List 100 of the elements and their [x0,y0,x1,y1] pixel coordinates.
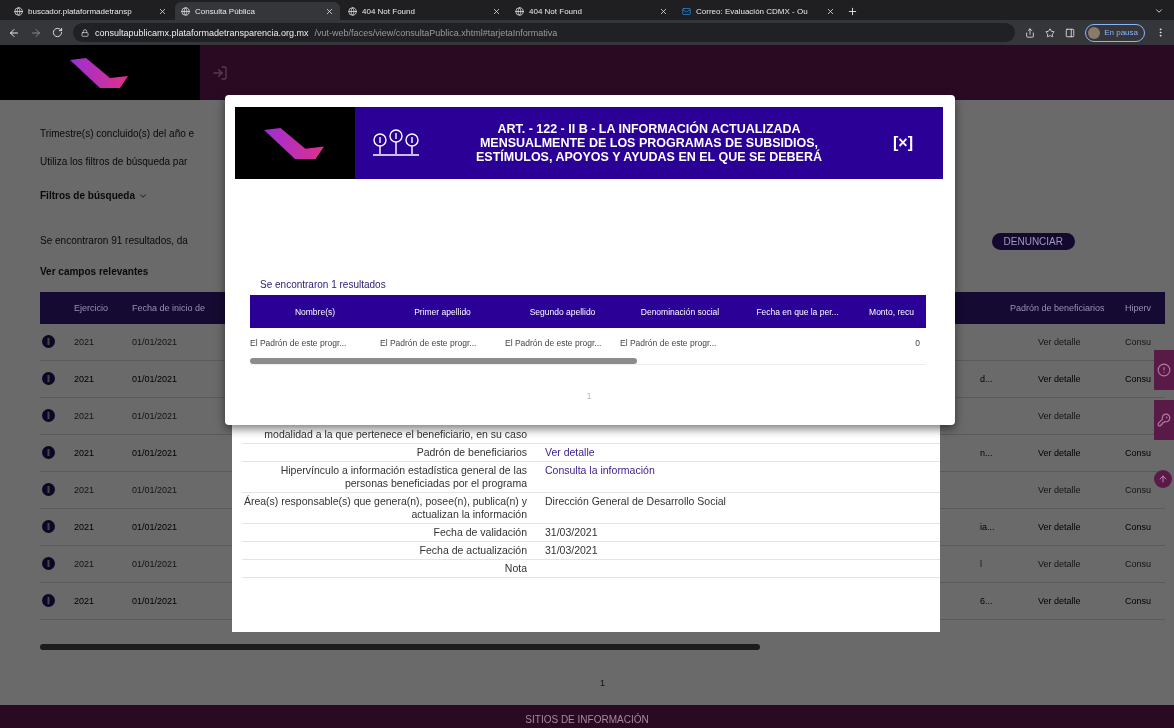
pagination-page[interactable]: 1 [235,391,943,401]
close-icon[interactable] [826,6,835,16]
table-cell-text: 2021 [74,522,96,532]
avatar-icon [1088,26,1101,39]
table-cell-text: 0 [914,338,921,348]
detail-link[interactable]: Consulta la información [545,464,945,490]
field-label: Área(s) responsable(s) que genera(n), posee(n), publica(n) y actualizan la información [242,495,527,521]
close-icon[interactable] [659,6,668,16]
address-field[interactable]: consultapublicamx.plataformadetransparencia.org.mx /vut-web/faces/view/consultaPublica.xhtml#tarjetaInformativa [73,23,1016,42]
details-link[interactable]: Ver detalle [1010,522,1125,532]
table-cell-text: Consu [1125,337,1152,347]
field-value: Dirección General de Desarrollo Social [545,495,727,509]
field-label: Fecha de validación [432,526,527,539]
details-link[interactable]: Ver detalle [1010,374,1125,384]
info-icon[interactable] [42,482,55,496]
field-label: Fecha de actualización [418,544,527,557]
field-label: Nota [503,562,527,575]
field-label: Padrón de beneficiarios [415,446,527,459]
globe-icon [14,6,23,16]
browser-tab[interactable]: 404 Not Found [509,2,674,20]
details-link[interactable]: Ver detalle [1010,337,1125,347]
share-icon[interactable] [1025,27,1036,38]
info-icon[interactable] [42,408,55,422]
back-icon[interactable] [8,26,20,39]
scrollbar-thumb[interactable] [250,358,637,364]
table-cell-text: 6... [980,596,994,606]
info-icon[interactable] [42,519,55,533]
table-cell-text: 2021 [74,374,96,384]
add-icon[interactable] [847,6,858,17]
column-header: Ejercicio [74,303,109,313]
results-summary: Se encontraron 91 resultados, da [40,234,188,248]
field-label: Hipervínculo a información estadística general de las personas beneficiadas por el programa [279,464,527,490]
reload-icon[interactable] [52,27,63,38]
table-cell-text: Consu [1125,596,1152,606]
table-cell-text: 01/01/2021 [132,411,179,421]
key-button[interactable] [1154,400,1174,440]
browser-tab[interactable]: 404 Not Found [342,2,507,20]
star-icon[interactable] [1045,27,1056,38]
alert-icon [1157,363,1171,377]
scrollbar[interactable] [40,644,760,650]
details-link[interactable]: Ver detalle [1010,448,1125,458]
report-button[interactable]: DENUNCIAR [991,233,1075,250]
table-cell-text: d... [980,374,994,384]
table-cell-text: 2021 [74,559,96,569]
pagination-page[interactable]: 1 [40,678,1165,688]
column-header: Nombre(s) [293,306,337,317]
table-cell-text: Consu [1125,559,1152,569]
table-cell-text: El Padrón de este progr... [620,338,718,348]
relevant-fields-link[interactable]: Ver campos relevantes [40,264,149,280]
info-icon[interactable] [42,371,55,385]
browser-tab[interactable]: Consulta Pública [175,2,340,20]
mail-icon [682,6,691,16]
info-icon[interactable] [42,556,55,570]
results-count: Se encontraron 1 resultados [260,279,387,290]
details-link[interactable]: Ver detalle [1010,411,1125,421]
detail-link[interactable]: Ver detalle [545,446,945,459]
logo-icon [70,57,130,88]
footer-title: SITIOS DE INFORMACIÓN [525,712,649,727]
key-icon [1157,413,1171,427]
logo-icon [264,127,326,159]
table-cell-text: 01/01/2021 [132,596,179,606]
forward-icon[interactable] [30,26,42,39]
close-icon[interactable] [158,6,167,16]
lock-icon [81,28,89,37]
close-icon[interactable] [492,6,501,16]
table-cell-text: Consu [1125,374,1152,384]
column-header: Hiperv [1125,303,1152,313]
field-value: 31/03/2021 [545,526,599,539]
table-cell-text: Consu [1125,485,1152,495]
money-tree-icon [371,128,421,158]
table-cell-text: 01/01/2021 [132,559,179,569]
scroll-top-button[interactable] [1154,470,1172,488]
table-cell-text: 2021 [74,596,96,606]
details-link[interactable]: Ver detalle [1010,559,1125,569]
alert-button[interactable] [1154,350,1174,390]
modal-title: ART. - 122 - II B - LA INFORMACIÓN ACTUALIZADA MENSUALMENTE DE LOS PROGRAMAS DE SUBSIDIOS, ESTÍMULOS, APOYOS Y AYUDAS EN EL QUE SE DEBERÁ [475,120,823,166]
browser-tab[interactable]: Correo: Evaluación CDMX - Ou [676,2,841,20]
info-icon[interactable] [42,445,55,459]
table-cell-text: El Padrón de este progr... [505,338,603,348]
details-link[interactable]: Ver detalle [1010,596,1125,606]
side-panel-icon[interactable] [1065,27,1076,38]
table-cell-text: El Padrón de este progr... [250,338,348,348]
field-label: modalidad a la que pertenece el beneficiario, en su caso [263,428,527,441]
close-button[interactable]: [×] [887,133,919,153]
browser-tab[interactable]: buscador.plataformadetransp [8,2,173,20]
column-header: Denominación social [639,306,721,317]
chevron-down-icon [138,191,148,201]
table-cell-text: n... [980,448,994,458]
field-value: 31/03/2021 [545,544,599,557]
info-icon[interactable] [42,593,55,607]
info-icon[interactable] [42,334,55,348]
table-cell-text: 01/01/2021 [132,448,179,458]
table-cell-text: El Padrón de este progr... [380,338,478,348]
close-icon[interactable] [325,6,334,16]
globe-icon [181,6,190,16]
intro-text: Utiliza los filtros de búsqueda par [40,155,188,169]
chevron-down-icon[interactable] [1154,6,1164,16]
globe-icon [515,6,524,16]
details-link[interactable]: Ver detalle [1010,485,1125,495]
filters-toggle[interactable]: Filtros de búsqueda [40,188,148,204]
